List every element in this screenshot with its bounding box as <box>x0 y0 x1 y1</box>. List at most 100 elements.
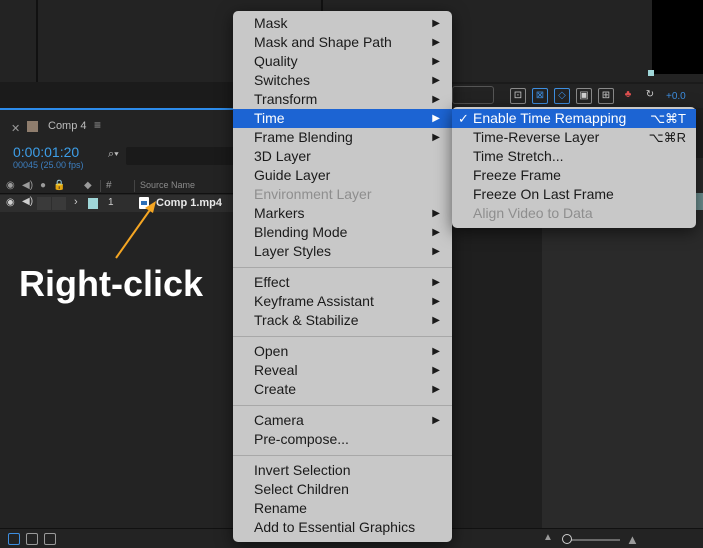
chevron-right-icon[interactable]: › <box>74 196 78 208</box>
solo-icon[interactable]: ● <box>40 180 46 191</box>
menu-item-label: Quality <box>254 53 298 69</box>
column-divider <box>100 180 101 192</box>
menu-item-frame-blending[interactable]: Frame Blending ▶ <box>233 128 452 147</box>
menu-item-label: Switches <box>254 72 311 88</box>
solo-toggle[interactable] <box>37 197 51 210</box>
submenu-item-time-reverse-layer[interactable]: Time-Reverse Layer ⌥⌘R <box>452 128 696 147</box>
menu-item-guide-layer[interactable]: Guide Layer <box>233 166 452 185</box>
submenu-arrow-icon: ▶ <box>432 315 440 326</box>
comp-flowchart-icon[interactable] <box>8 533 20 545</box>
menu-item-label: Markers <box>254 205 305 221</box>
submenu-item-freeze-frame[interactable]: Freeze Frame <box>452 166 696 185</box>
zoom-slider-track[interactable] <box>564 539 620 541</box>
menu-item-label: Rename <box>254 500 307 516</box>
current-time-display[interactable]: 0:00:01:20 <box>13 144 79 160</box>
eye-icon[interactable]: ◉ <box>6 197 15 208</box>
submenu-item-freeze-on-last-frame[interactable]: Freeze On Last Frame <box>452 185 696 204</box>
menu-item-layer-styles[interactable]: Layer Styles ▶ <box>233 242 452 261</box>
speaker-icon[interactable]: ◀) <box>22 196 33 207</box>
menu-item-track-stabilize[interactable]: Track & Stabilize ▶ <box>233 311 452 330</box>
menu-item-label: Mask and Shape Path <box>254 34 392 50</box>
menu-item-create[interactable]: Create ▶ <box>233 380 452 399</box>
close-icon[interactable]: ✕ <box>11 122 20 135</box>
menu-item-markers[interactable]: Markers ▶ <box>233 204 452 223</box>
panel-divider <box>36 0 38 82</box>
menu-item-add-to-essential-graphics[interactable]: Add to Essential Graphics <box>233 518 452 537</box>
menu-item-label: Reveal <box>254 362 298 378</box>
lock-icon[interactable]: 🔒 <box>53 180 65 191</box>
zoom-slider-knob[interactable] <box>562 534 572 544</box>
submenu-item-enable-time-remapping[interactable]: ✓ Enable Time Remapping ⌥⌘T <box>452 109 696 128</box>
submenu-arrow-icon: ▶ <box>432 277 440 288</box>
layer-search-input[interactable] <box>126 147 237 165</box>
submenu-item-label: Align Video to Data <box>473 205 593 221</box>
annotation-label: Right-click <box>19 263 204 304</box>
menu-item-blending-mode[interactable]: Blending Mode ▶ <box>233 223 452 242</box>
time-submenu: ✓ Enable Time Remapping ⌥⌘T Time-Reverse La… <box>452 107 696 228</box>
lock-toggle[interactable] <box>52 197 66 210</box>
exposure-value[interactable]: +0.0 <box>666 91 686 102</box>
label-tag-icon[interactable]: ◆ <box>84 180 92 191</box>
menu-item-quality[interactable]: Quality ▶ <box>233 52 452 71</box>
menu-item-time[interactable]: Time ▶ <box>233 109 452 128</box>
menu-separator <box>233 261 452 273</box>
frame-rate-info: 00045 (25.00 fps) <box>13 160 84 170</box>
menu-item-open[interactable]: Open ▶ <box>233 342 452 361</box>
channel-icon[interactable]: ♣ <box>620 88 636 104</box>
submenu-item-label: Freeze Frame <box>473 167 561 183</box>
submenu-item-label: Time Stretch... <box>473 148 564 164</box>
submenu-item-label: Freeze On Last Frame <box>473 186 614 202</box>
layer-label-color[interactable] <box>88 198 98 209</box>
timeline-tab-title[interactable]: Comp 4 <box>48 120 87 132</box>
video-file-icon <box>139 197 149 209</box>
transparency-grid-icon[interactable]: ⊠ <box>532 88 548 104</box>
panel-menu-icon[interactable]: ≡ <box>94 118 101 132</box>
menu-item-keyframe-assistant[interactable]: Keyframe Assistant ▶ <box>233 292 452 311</box>
menu-separator <box>233 330 452 342</box>
search-icon[interactable]: ⌕▾ <box>108 148 126 161</box>
zoom-in-icon[interactable]: ▲ <box>626 532 639 547</box>
view-dropdown[interactable] <box>452 86 494 104</box>
submenu-arrow-icon: ▶ <box>432 384 440 395</box>
menu-item-label: Camera <box>254 412 304 428</box>
menu-separator <box>233 449 452 461</box>
keyboard-shortcut: ⌥⌘R <box>648 130 686 145</box>
layer-name[interactable]: Comp 1.mp4 <box>156 197 222 209</box>
menu-item-mask-and-shape-path[interactable]: Mask and Shape Path ▶ <box>233 33 452 52</box>
composition-preview <box>652 0 703 74</box>
layer-number-header: # <box>106 180 112 191</box>
menu-item-reveal[interactable]: Reveal ▶ <box>233 361 452 380</box>
menu-item-rename[interactable]: Rename <box>233 499 452 518</box>
render-time-icon[interactable] <box>26 533 38 545</box>
menu-item-select-children[interactable]: Select Children <box>233 480 452 499</box>
layer-row[interactable]: ◉ ◀) › 1 Comp 1.mp4 <box>0 195 237 212</box>
submenu-item-time-stretch[interactable]: Time Stretch... <box>452 147 696 166</box>
menu-item-pre-compose[interactable]: Pre-compose... <box>233 430 452 449</box>
toggle-switches-icon[interactable] <box>44 533 56 545</box>
speaker-icon[interactable]: ◀) <box>22 180 33 191</box>
preview-handle[interactable] <box>648 70 654 76</box>
submenu-arrow-icon: ▶ <box>432 346 440 357</box>
menu-item-transform[interactable]: Transform ▶ <box>233 90 452 109</box>
submenu-arrow-icon: ▶ <box>432 56 440 67</box>
menu-item-label: Create <box>254 381 297 397</box>
menu-item-label: Add to Essential Graphics <box>254 519 416 535</box>
snapshot-icon[interactable]: ⊡ <box>510 88 526 104</box>
safe-margins-icon[interactable]: ⊞ <box>598 88 614 104</box>
menu-item-label: Guide Layer <box>254 167 331 183</box>
menu-item-switches[interactable]: Switches ▶ <box>233 71 452 90</box>
mask-path-icon[interactable]: ◇ <box>554 88 570 104</box>
region-of-interest-icon[interactable]: ▣ <box>576 88 592 104</box>
exposure-reset-icon[interactable]: ↻ <box>642 88 658 104</box>
zoom-out-icon[interactable]: ▲ <box>543 532 553 543</box>
menu-item-mask[interactable]: Mask ▶ <box>233 14 452 33</box>
menu-item-invert-selection[interactable]: Invert Selection <box>233 461 452 480</box>
eye-icon[interactable]: ◉ <box>6 180 15 191</box>
layer-duration-bar[interactable] <box>695 193 703 210</box>
menu-item-camera[interactable]: Camera ▶ <box>233 411 452 430</box>
source-name-header[interactable]: Source Name <box>140 180 195 190</box>
menu-item-3d-layer[interactable]: 3D Layer <box>233 147 452 166</box>
menu-item-label: Environment Layer <box>254 186 372 202</box>
column-divider <box>134 180 135 192</box>
menu-item-effect[interactable]: Effect ▶ <box>233 273 452 292</box>
